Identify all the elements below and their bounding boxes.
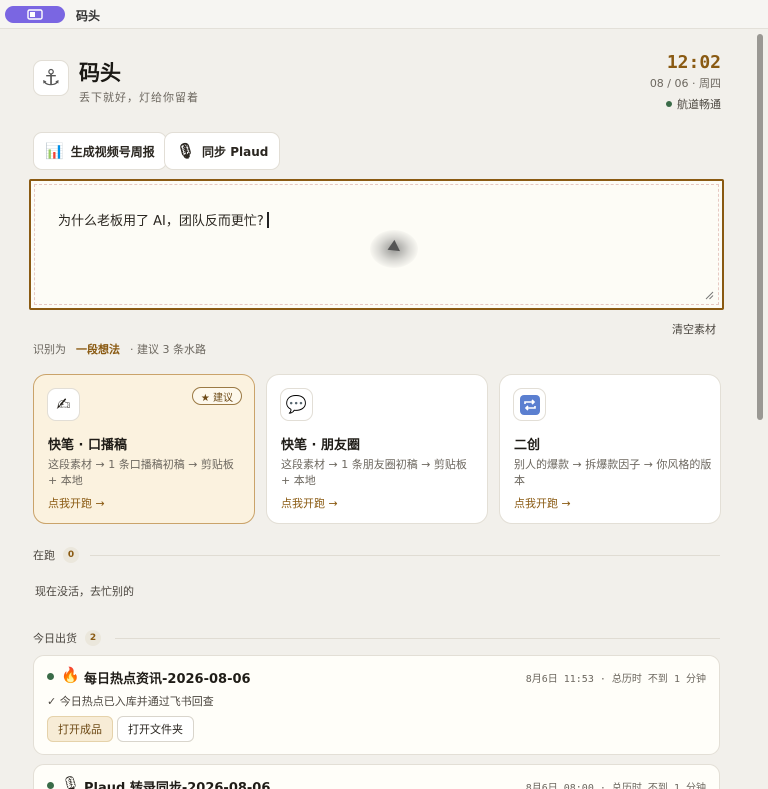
card-run-link[interactable]: 点我开跑 → bbox=[48, 495, 105, 511]
running-section-header: 在跑 0 bbox=[33, 547, 79, 563]
screen-icon bbox=[27, 9, 43, 20]
card-run-link[interactable]: 点我开跑 → bbox=[514, 495, 571, 511]
bar-chart-icon: 📊 bbox=[45, 142, 64, 160]
card-description: 这段素材 → 1 条口播稿初稿 → 剪贴板 + 本地 bbox=[48, 458, 234, 487]
task-meta: 8月6日 08:00 · 总历时 不到 1 分钟 bbox=[525, 783, 706, 789]
task-check-text: ✓ 今日热点已入库并通过飞书回查 bbox=[47, 695, 214, 708]
scrollbar[interactable] bbox=[755, 32, 765, 789]
sync-plaud-label: 同步 Plaud bbox=[202, 144, 269, 159]
date-label: 08 / 06 · 周四 bbox=[649, 77, 721, 90]
shipped-task-card: 🎙 Plaud 转录同步-2026-08-06 8月6日 08:00 · 总历时… bbox=[33, 764, 720, 789]
window-titlebar: 码头 bbox=[0, 0, 768, 29]
status-dot-icon bbox=[666, 101, 672, 107]
detection-prefix: 识别为 bbox=[33, 343, 66, 356]
anchor-icon: ⚓ bbox=[33, 60, 69, 96]
status-dot-icon bbox=[47, 782, 54, 789]
repeat-icon bbox=[513, 388, 546, 421]
app-subtitle: 丢下就好，灯给你留着 bbox=[79, 91, 199, 104]
route-card-voiceover[interactable]: ✍ ★ 建议 快笔 · 口播稿 这段素材 → 1 条口播稿初稿 → 剪贴板 + … bbox=[33, 374, 255, 524]
shipped-task-card: 🔥 每日热点资讯-2026-08-06 8月6日 11:53 · 总历时 不到 … bbox=[33, 655, 720, 755]
resize-handle-icon[interactable] bbox=[705, 291, 714, 300]
card-run-link[interactable]: 点我开跑 → bbox=[281, 495, 338, 511]
open-folder-button[interactable]: 打开文件夹 bbox=[117, 716, 194, 742]
microphone-icon: 🎙 bbox=[61, 775, 81, 789]
task-meta: 8月6日 11:53 · 总历时 不到 1 分钟 bbox=[525, 674, 706, 685]
running-empty-text: 现在没活，去忙别的 bbox=[35, 585, 134, 598]
divider bbox=[90, 555, 720, 556]
detection-summary: 识别为 一段想法 · 建议 3 条水路 bbox=[33, 341, 206, 357]
clock: 12:02 bbox=[666, 52, 721, 73]
running-label: 在跑 bbox=[33, 549, 55, 562]
detection-type: 一段想法 bbox=[76, 343, 120, 356]
shipped-count-badge: 2 bbox=[85, 630, 101, 646]
open-output-button[interactable]: 打开成品 bbox=[47, 716, 113, 742]
microphone-icon: 🎙 bbox=[176, 142, 196, 160]
main-content: ⚓ 码头 丢下就好，灯给你留着 12:02 08 / 06 · 周四 航道畅通 … bbox=[0, 30, 754, 789]
card-title: 快笔 · 朋友圈 bbox=[281, 438, 360, 453]
drop-zone[interactable]: 为什么老板用了 AI，团队反而更忙? bbox=[34, 184, 719, 305]
shipped-label: 今日出货 bbox=[33, 632, 77, 645]
route-card-moments[interactable]: 💬 快笔 · 朋友圈 这段素材 → 1 条朋友圈初稿 → 剪贴板 + 本地 点我… bbox=[266, 374, 488, 524]
status-indicator: 航道畅通 bbox=[666, 96, 721, 112]
material-input[interactable]: 为什么老板用了 AI，团队反而更忙? bbox=[29, 179, 724, 310]
status-text: 航道畅通 bbox=[677, 98, 721, 111]
scrollbar-thumb[interactable] bbox=[757, 34, 763, 420]
clear-material-button[interactable]: 清空素材 bbox=[672, 321, 716, 337]
running-count-badge: 0 bbox=[63, 547, 79, 563]
shipped-section-header: 今日出货 2 bbox=[33, 630, 101, 646]
sidebar-toggle-button[interactable] bbox=[5, 6, 65, 23]
speech-bubble-icon: 💬 bbox=[280, 388, 313, 421]
generate-weekly-report-button[interactable]: 📊 生成视频号周报 bbox=[33, 132, 167, 170]
sync-plaud-button[interactable]: 🎙 同步 Plaud bbox=[164, 132, 281, 170]
card-title: 二创 bbox=[514, 438, 541, 453]
card-description: 别人的爆款 → 拆爆款因子 → 你风格的版本 bbox=[514, 458, 712, 487]
card-description: 这段素材 → 1 条朋友圈初稿 → 剪贴板 + 本地 bbox=[281, 458, 467, 487]
generate-weekly-report-label: 生成视频号周报 bbox=[70, 144, 155, 159]
divider bbox=[115, 638, 720, 639]
status-dot-icon bbox=[47, 673, 54, 680]
recommended-badge: ★ 建议 bbox=[191, 387, 242, 405]
task-title: 每日热点资讯-2026-08-06 bbox=[84, 672, 251, 687]
window-title: 码头 bbox=[76, 9, 101, 23]
repeat-icon-glyph bbox=[519, 394, 540, 415]
route-card-remix[interactable]: 二创 别人的爆款 → 拆爆款因子 → 你风格的版本 点我开跑 → bbox=[499, 374, 721, 524]
text-caret bbox=[266, 212, 269, 228]
app-title: 码头 bbox=[79, 61, 121, 85]
writing-hand-icon: ✍ bbox=[47, 388, 80, 421]
fire-icon: 🔥 bbox=[61, 666, 80, 684]
card-title: 快笔 · 口播稿 bbox=[48, 438, 127, 453]
task-title: Plaud 转录同步-2026-08-06 bbox=[84, 781, 271, 789]
material-input-text[interactable]: 为什么老板用了 AI，团队反而更忙? bbox=[58, 210, 269, 229]
detection-suggestion: · 建议 3 条水路 bbox=[130, 343, 206, 356]
